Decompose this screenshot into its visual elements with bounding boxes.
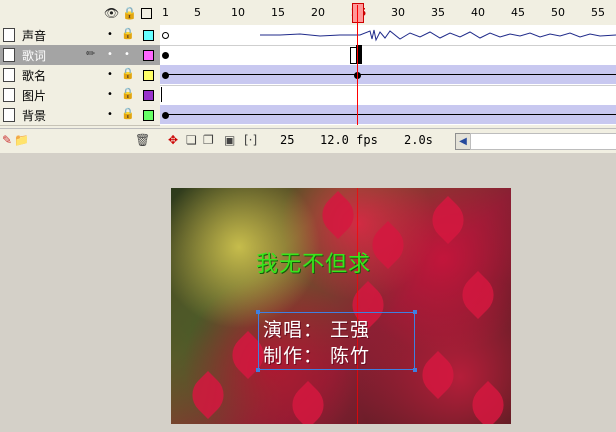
ruler-number: 20 (311, 6, 325, 19)
layer-icon (3, 68, 15, 82)
song-title-text[interactable]: 我无不但求 (256, 246, 371, 278)
layer-icon (3, 28, 15, 42)
leaf-shape (423, 195, 473, 245)
layer-row-background[interactable]: 背景 • 🔒 (0, 105, 160, 126)
resize-handle[interactable] (413, 368, 417, 372)
frame-row-title[interactable] (160, 65, 616, 86)
leaf-shape (463, 380, 511, 424)
add-folder-icon[interactable]: 📁 (14, 133, 29, 147)
guide-line (357, 188, 358, 424)
layer-icon (3, 48, 15, 62)
add-guide-layer-icon[interactable]: ✎ (2, 133, 12, 147)
lock-icon[interactable]: 🔒 (122, 6, 137, 20)
resize-handle[interactable] (413, 310, 417, 314)
resize-handle[interactable] (256, 310, 260, 314)
eye-icon[interactable]: 👁 (104, 6, 119, 20)
outline-color-swatch[interactable] (143, 110, 154, 121)
frame-marker (161, 87, 162, 102)
layer-icon (3, 88, 15, 102)
outline-square-icon[interactable] (141, 8, 152, 19)
credit-producer-text: 制作： 陈竹 (263, 345, 371, 367)
ruler-number: 5 (194, 6, 201, 19)
stage-area[interactable]: 我无不但求 演唱： 王强 制作： 陈竹 (0, 153, 616, 432)
layer-icon (3, 108, 15, 122)
credit-singer-text: 演唱： 王强 (263, 319, 371, 341)
playhead (357, 5, 358, 125)
onion-outline-icon[interactable]: ❐ (203, 133, 214, 147)
lock-icon[interactable]: 🔒 (121, 107, 135, 120)
frame-row-background[interactable] (160, 105, 616, 125)
playhead-handle[interactable] (352, 3, 364, 23)
leaf-shape (363, 220, 413, 270)
visibility-dot[interactable]: • (107, 89, 113, 100)
frame-row-image[interactable] (160, 85, 616, 106)
layer-name: 歌名 (22, 69, 47, 83)
ruler-number: 45 (511, 6, 525, 19)
tween-arrow (166, 114, 616, 115)
frame-rate-field[interactable]: 12.0 fps (320, 132, 390, 149)
keyframe[interactable] (162, 112, 169, 119)
visibility-dot[interactable]: • (107, 109, 113, 120)
leaf-shape (183, 370, 233, 420)
layer-row-lyrics[interactable]: 歌词 ✏ • • (0, 45, 160, 66)
ruler-number: 50 (551, 6, 565, 19)
visibility-dot[interactable]: • (107, 69, 113, 80)
layer-list: 声音 • 🔒 歌词 ✏ • • 歌名 • 🔒 图片 • 🔒 背景 • 🔒 (0, 25, 160, 126)
ruler-number: 1 (162, 6, 169, 19)
layer-row-image[interactable]: 图片 • 🔒 (0, 85, 160, 106)
ruler-number: 10 (231, 6, 245, 19)
ruler-number: 55 (591, 6, 605, 19)
credits-selection-box[interactable]: 演唱： 王强 制作： 陈竹 (256, 310, 417, 372)
center-frame-icon[interactable]: ✥ (168, 133, 178, 147)
ruler-number: 15 (271, 6, 285, 19)
tween-arrow (360, 74, 616, 75)
lock-icon[interactable]: 🔒 (121, 27, 135, 40)
layer-name: 背景 (22, 109, 47, 123)
layer-name: 声音 (22, 29, 47, 43)
layer-name: 歌词 (22, 49, 47, 63)
edit-multiple-frames-icon[interactable]: ▣ (224, 133, 235, 147)
frame-row-lyrics[interactable] (160, 45, 616, 66)
outline-color-swatch[interactable] (143, 50, 154, 61)
ruler-number: 35 (431, 6, 445, 19)
outline-color-swatch[interactable] (143, 90, 154, 101)
stage-canvas[interactable]: 我无不但求 演唱： 王强 制作： 陈竹 (171, 188, 511, 424)
current-frame-field: 25 (280, 132, 310, 149)
pencil-icon: ✏ (86, 47, 96, 60)
layer-name: 图片 (22, 89, 47, 103)
leaf-shape (453, 270, 503, 320)
waveform (260, 29, 616, 42)
layer-row-sound[interactable]: 声音 • 🔒 (0, 25, 160, 46)
leaf-shape (283, 380, 333, 424)
keyframe[interactable] (162, 72, 169, 79)
leaf-shape (313, 190, 363, 240)
outline-color-swatch[interactable] (143, 30, 154, 41)
ruler-number: 30 (391, 6, 405, 19)
ruler-number: 40 (471, 6, 485, 19)
visibility-dot[interactable]: • (107, 49, 113, 60)
layer-header: 👁 🔒 (0, 0, 161, 24)
resize-handle[interactable] (256, 368, 260, 372)
outline-color-swatch[interactable] (143, 70, 154, 81)
onion-skin-icon[interactable]: ❏ (186, 133, 197, 147)
modify-onion-markers-icon[interactable]: [·] (244, 133, 257, 147)
leaf-shape (413, 350, 463, 400)
frame-ruler[interactable]: 1 5 10 15 20 25 30 35 40 45 50 55 (160, 0, 616, 24)
lock-dot[interactable]: • (124, 49, 130, 60)
lock-icon[interactable]: 🔒 (121, 67, 135, 80)
keyframe[interactable] (162, 52, 169, 59)
frame-grid[interactable] (160, 25, 616, 125)
layer-row-title[interactable]: 歌名 • 🔒 (0, 65, 160, 86)
trash-icon[interactable]: 🗑 (135, 133, 150, 147)
timeline-panel: 👁 🔒 1 5 10 15 20 25 30 35 40 45 50 55 声音… (0, 0, 616, 153)
visibility-dot[interactable]: • (107, 29, 113, 40)
elapsed-time-field: 2.0s (404, 132, 444, 149)
timeline-status-bar: ✎ 📁 🗑 ✥ ❏ ❐ ▣ [·] 25 12.0 fps 2.0s ◀ (0, 128, 616, 153)
lock-icon[interactable]: 🔒 (121, 87, 135, 100)
tween-arrow (166, 74, 356, 75)
horizontal-scrollbar[interactable] (470, 133, 616, 150)
frame-row-sound[interactable] (160, 25, 616, 46)
scroll-left-button[interactable]: ◀ (455, 133, 471, 150)
